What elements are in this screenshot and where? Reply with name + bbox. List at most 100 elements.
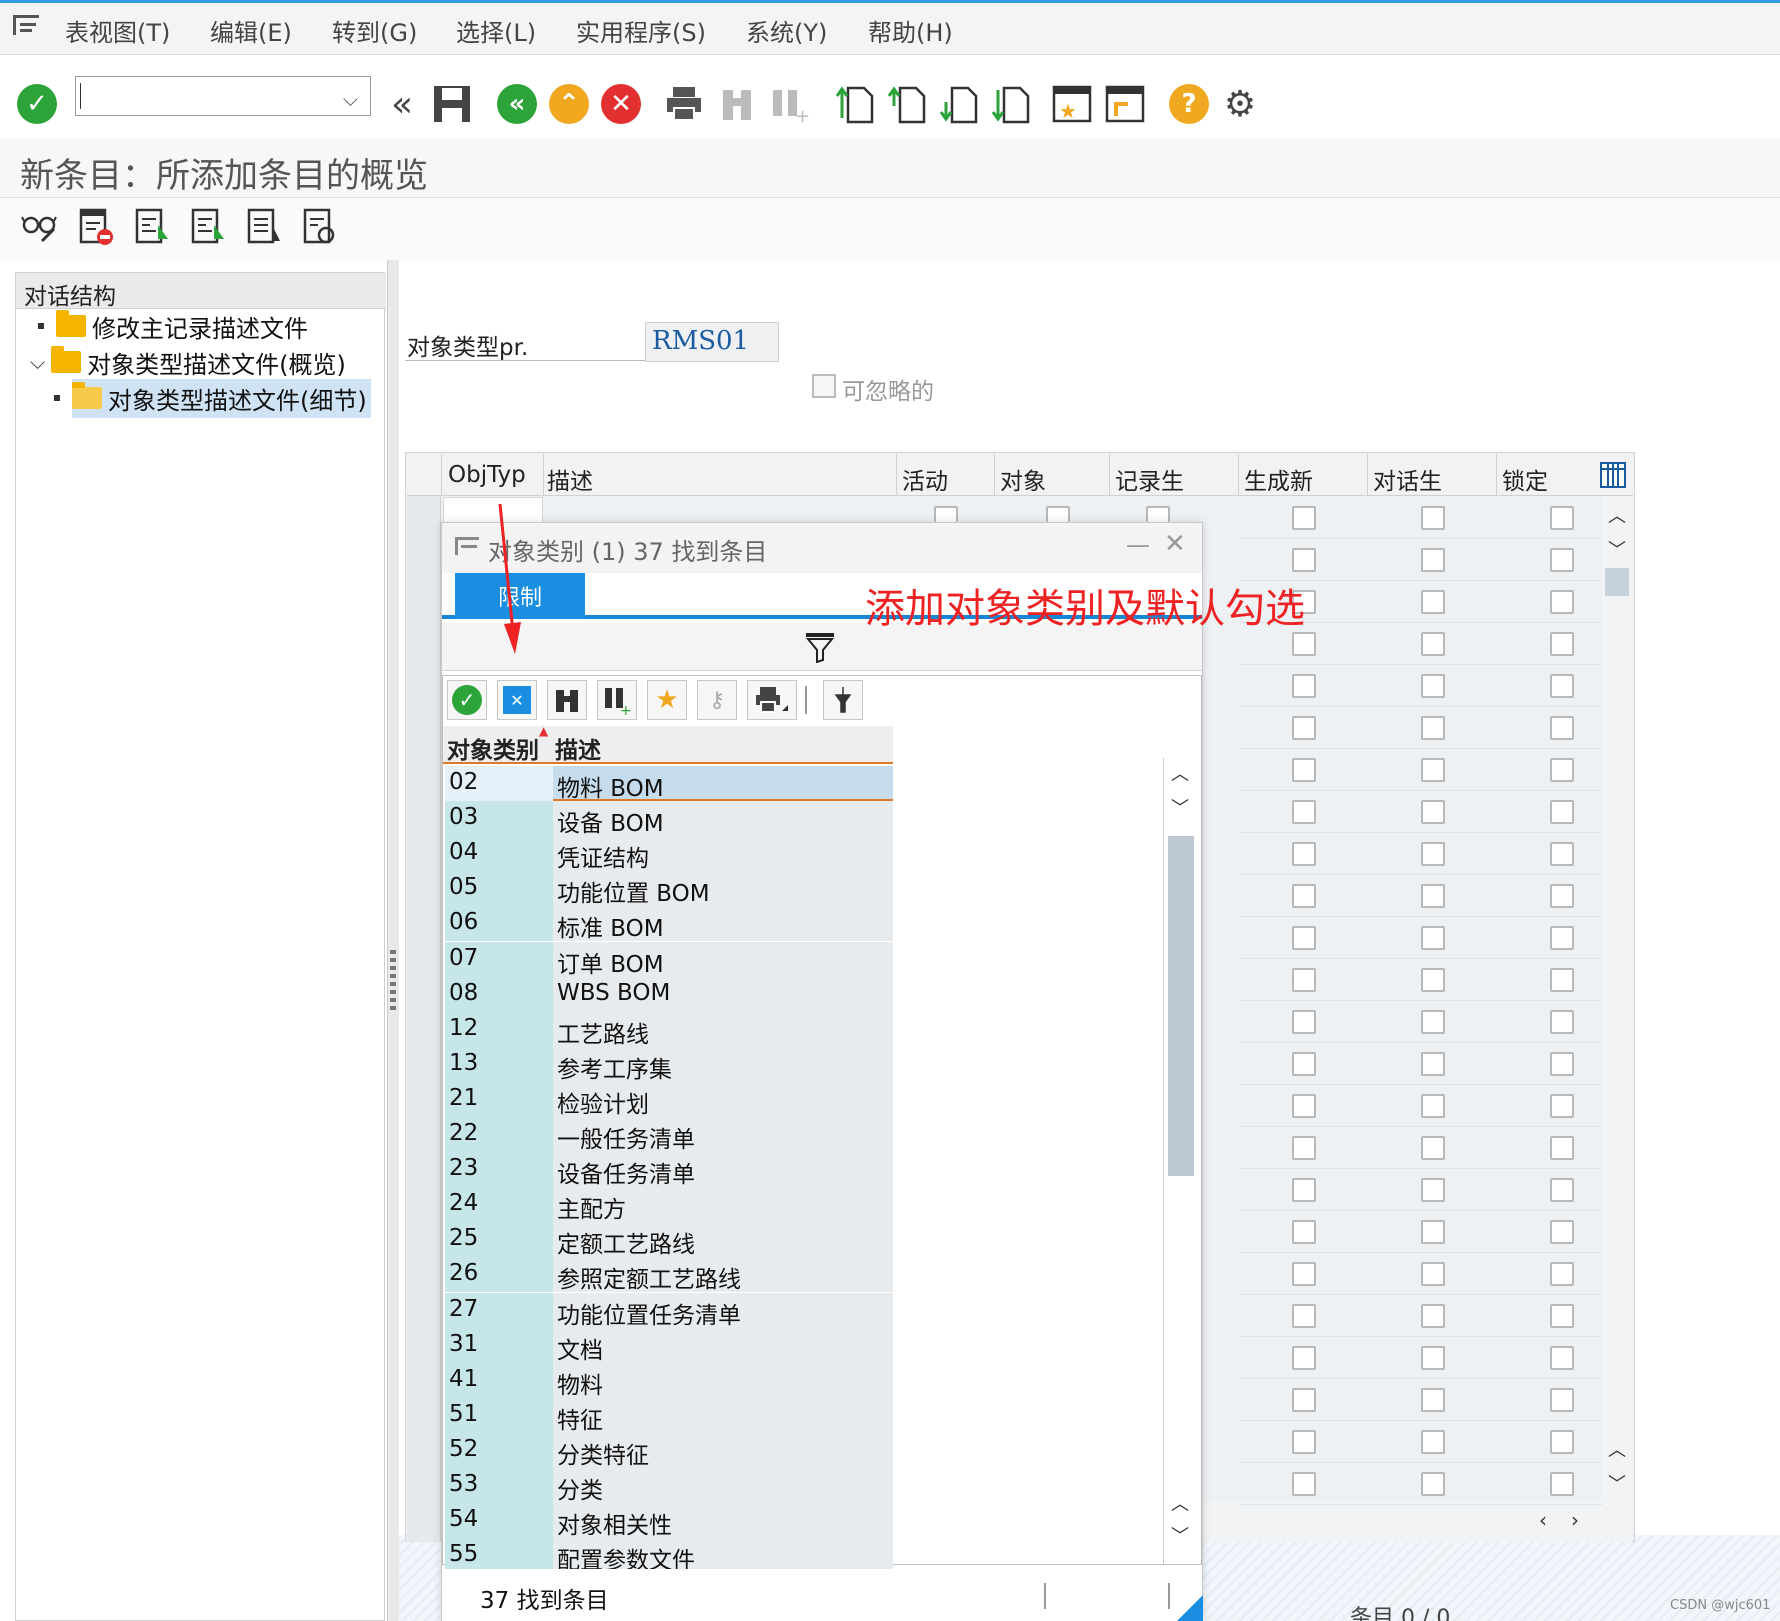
exit-button[interactable]: ⌃: [547, 82, 591, 126]
row-checkbox[interactable]: [1046, 506, 1070, 522]
page-down-icon[interactable]: ﹀: [1608, 1470, 1626, 1496]
row-checkbox[interactable]: [1421, 1346, 1445, 1370]
list-confirm-button[interactable]: ✓: [447, 680, 487, 720]
row-checkbox[interactable]: [1292, 1304, 1316, 1328]
list-item[interactable]: 51 特征: [445, 1397, 893, 1434]
row-checkbox[interactable]: [1292, 1136, 1316, 1160]
list-item[interactable]: 07 订单 BOM: [445, 941, 893, 978]
object-type-field[interactable]: RMS01: [645, 322, 779, 362]
list-item[interactable]: 05 功能位置 BOM: [445, 871, 893, 907]
row-checkbox[interactable]: [1292, 506, 1316, 530]
menu-item-system[interactable]: 系统(Y): [746, 13, 827, 48]
list-item[interactable]: 55 配置参数文件: [445, 1538, 893, 1574]
row-checkbox[interactable]: [1550, 674, 1574, 698]
print-button[interactable]: [662, 82, 706, 126]
row-checkbox[interactable]: [1292, 800, 1316, 824]
deselect-all-button[interactable]: [298, 205, 342, 249]
minimize-icon[interactable]: —: [1126, 531, 1150, 559]
scroll-down-icon[interactable]: ﹀: [1171, 794, 1189, 820]
row-checkbox[interactable]: [1292, 1052, 1316, 1076]
column-header-lock[interactable]: 锁定: [1502, 462, 1548, 496]
menu-item-goto[interactable]: 转到(G): [332, 13, 417, 48]
list-item[interactable]: 54 对象相关性: [445, 1503, 893, 1539]
previous-page-button[interactable]: [884, 82, 928, 126]
list-item[interactable]: 21 检验计划: [445, 1081, 893, 1118]
column-header-description[interactable]: 描述: [547, 462, 593, 496]
delete-entry-button[interactable]: [74, 205, 118, 249]
list-item[interactable]: 06 标准 BOM: [445, 906, 893, 942]
row-checkbox[interactable]: [1550, 1262, 1574, 1286]
list-add-favorite-button[interactable]: ★: [647, 680, 687, 720]
row-checkbox[interactable]: [1292, 1094, 1316, 1118]
row-checkbox[interactable]: [1292, 716, 1316, 740]
row-checkbox[interactable]: [1550, 1220, 1574, 1244]
row-checkbox[interactable]: [1550, 800, 1574, 824]
enter-button[interactable]: ✓: [15, 82, 59, 126]
row-checkbox[interactable]: [1421, 1178, 1445, 1202]
menu-item-table-view[interactable]: 表视图(T): [65, 13, 170, 48]
first-page-button[interactable]: [832, 82, 876, 126]
scroll-up-icon[interactable]: ︿: [1608, 502, 1626, 528]
list-item[interactable]: 08 WBS BOM: [445, 976, 893, 1012]
row-checkbox[interactable]: [1421, 1010, 1445, 1034]
row-checkbox[interactable]: [1292, 1430, 1316, 1454]
scroll-left-icon[interactable]: ‹: [1539, 1508, 1547, 1532]
row-checkbox[interactable]: [1421, 758, 1445, 782]
list-find-button[interactable]: [547, 680, 587, 720]
list-item[interactable]: 31 文档: [445, 1327, 893, 1364]
row-checkbox[interactable]: [1421, 842, 1445, 866]
previous-entry-button[interactable]: [130, 205, 174, 249]
row-checkbox[interactable]: [1421, 716, 1445, 740]
row-checkbox[interactable]: [1550, 758, 1574, 782]
row-checkbox[interactable]: [1550, 632, 1574, 656]
list-print-button[interactable]: [747, 680, 797, 720]
column-config-icon[interactable]: [1600, 462, 1626, 488]
find-button[interactable]: [715, 82, 759, 126]
list-sort-button[interactable]: [823, 680, 863, 720]
list-item[interactable]: 02 物料 BOM: [445, 766, 893, 802]
create-session-button[interactable]: ★: [1050, 82, 1094, 126]
row-checkbox[interactable]: [1550, 1388, 1574, 1412]
row-checkbox[interactable]: [1292, 632, 1316, 656]
row-checkbox[interactable]: [1550, 884, 1574, 908]
settings-gear-icon[interactable]: ⚙: [1218, 82, 1262, 126]
row-checkbox[interactable]: [1550, 548, 1574, 572]
row-checkbox[interactable]: [1292, 1010, 1316, 1034]
row-checkbox[interactable]: [1421, 674, 1445, 698]
column-header-active[interactable]: 活动: [902, 462, 948, 496]
list-item[interactable]: 53 分类: [445, 1468, 893, 1504]
row-checkbox[interactable]: [1550, 716, 1574, 740]
menu-item-edit[interactable]: 编辑(E): [210, 13, 292, 48]
row-checkbox[interactable]: [1421, 1472, 1445, 1496]
row-checkbox[interactable]: [1421, 926, 1445, 950]
row-checkbox[interactable]: [1550, 1052, 1574, 1076]
row-checkbox[interactable]: [1550, 1346, 1574, 1370]
table-vertical-scrollbar[interactable]: ︿ ﹀ ︿ ﹀: [1602, 496, 1632, 1542]
list-item[interactable]: 13 参考工序集: [445, 1046, 893, 1083]
row-checkbox[interactable]: [1292, 884, 1316, 908]
panel-splitter[interactable]: [387, 260, 399, 1621]
back-double-chevron-icon[interactable]: «: [380, 82, 424, 126]
list-item[interactable]: 23 设备任务清单: [445, 1152, 893, 1188]
list-cancel-button[interactable]: ✕: [497, 680, 537, 720]
row-checkbox[interactable]: [1292, 968, 1316, 992]
tree-item-change-master-profile[interactable]: 修改主记录描述文件: [38, 309, 308, 343]
close-icon[interactable]: ✕: [1164, 529, 1186, 559]
row-checkbox[interactable]: [1292, 1262, 1316, 1286]
row-checkbox[interactable]: [1421, 968, 1445, 992]
list-item[interactable]: 03 设备 BOM: [445, 801, 893, 837]
scroll-down-icon[interactable]: ﹀: [1608, 536, 1626, 562]
list-item[interactable]: 26 参照定额工艺路线: [445, 1257, 893, 1293]
save-button[interactable]: [430, 82, 474, 126]
row-checkbox[interactable]: [1292, 926, 1316, 950]
value-list-scrollbar[interactable]: ︿ ﹀ ︿ ﹀: [1165, 760, 1195, 1560]
row-checkbox[interactable]: [1292, 1472, 1316, 1496]
row-checkbox[interactable]: [1421, 1094, 1445, 1118]
row-checkbox[interactable]: [1550, 1010, 1574, 1034]
row-checkbox[interactable]: [1292, 1388, 1316, 1412]
row-checkbox[interactable]: [1550, 1178, 1574, 1202]
column-header-objtyp[interactable]: ObjTyp: [448, 462, 526, 488]
row-checkbox[interactable]: [1421, 590, 1445, 614]
cancel-button[interactable]: ✕: [599, 82, 643, 126]
row-checkbox[interactable]: [1292, 1220, 1316, 1244]
